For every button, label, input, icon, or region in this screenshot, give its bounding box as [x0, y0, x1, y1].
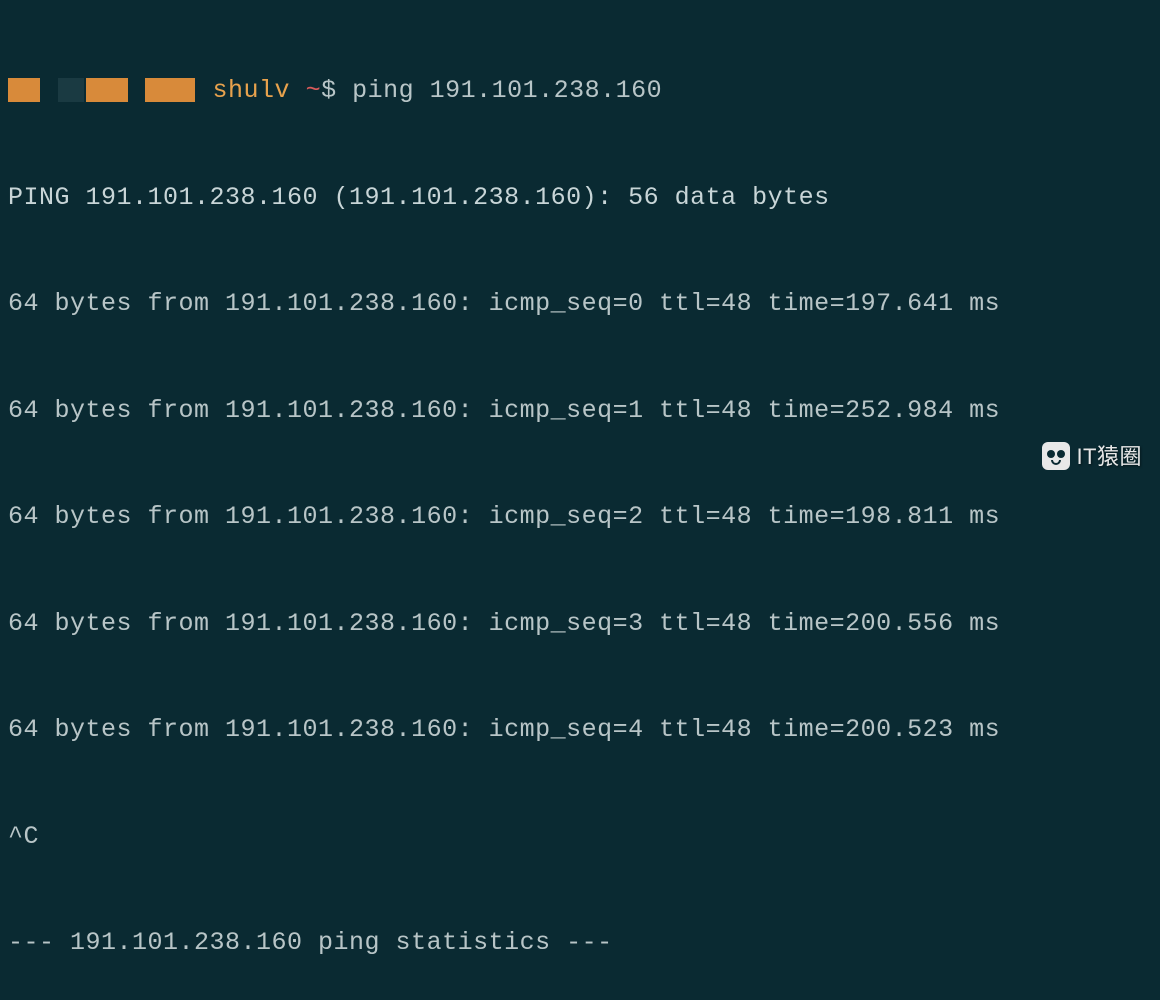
wechat-icon: [1042, 442, 1070, 470]
ping-stats-header: --- 191.101.238.160 ping statistics ---: [8, 925, 1152, 961]
prompt-line-1: shulv ~$ ping 191.101.238.160: [8, 73, 1152, 109]
ping-header: PING 191.101.238.160 (191.101.238.160): …: [8, 180, 1152, 216]
redacted-block: [58, 78, 84, 102]
watermark-text: IT猿圈: [1076, 441, 1142, 472]
redacted-block: [145, 78, 195, 102]
prompt-symbol: $: [321, 76, 337, 105]
redacted-block: [8, 78, 40, 102]
terminal[interactable]: shulv ~$ ping 191.101.238.160 PING 191.1…: [8, 2, 1152, 1000]
ping-reply: 64 bytes from 191.101.238.160: icmp_seq=…: [8, 499, 1152, 535]
ping-reply: 64 bytes from 191.101.238.160: icmp_seq=…: [8, 712, 1152, 748]
watermark: IT猿圈: [1042, 441, 1142, 472]
ping-reply: 64 bytes from 191.101.238.160: icmp_seq=…: [8, 286, 1152, 322]
command-text: ping 191.101.238.160: [352, 76, 662, 105]
ping-reply: 64 bytes from 191.101.238.160: icmp_seq=…: [8, 606, 1152, 642]
hostname: shulv: [213, 76, 291, 105]
redacted-block: [86, 78, 128, 102]
ping-reply: 64 bytes from 191.101.238.160: icmp_seq=…: [8, 393, 1152, 429]
interrupt-signal: ^C: [8, 819, 1152, 855]
prompt-path: ~: [306, 76, 322, 105]
